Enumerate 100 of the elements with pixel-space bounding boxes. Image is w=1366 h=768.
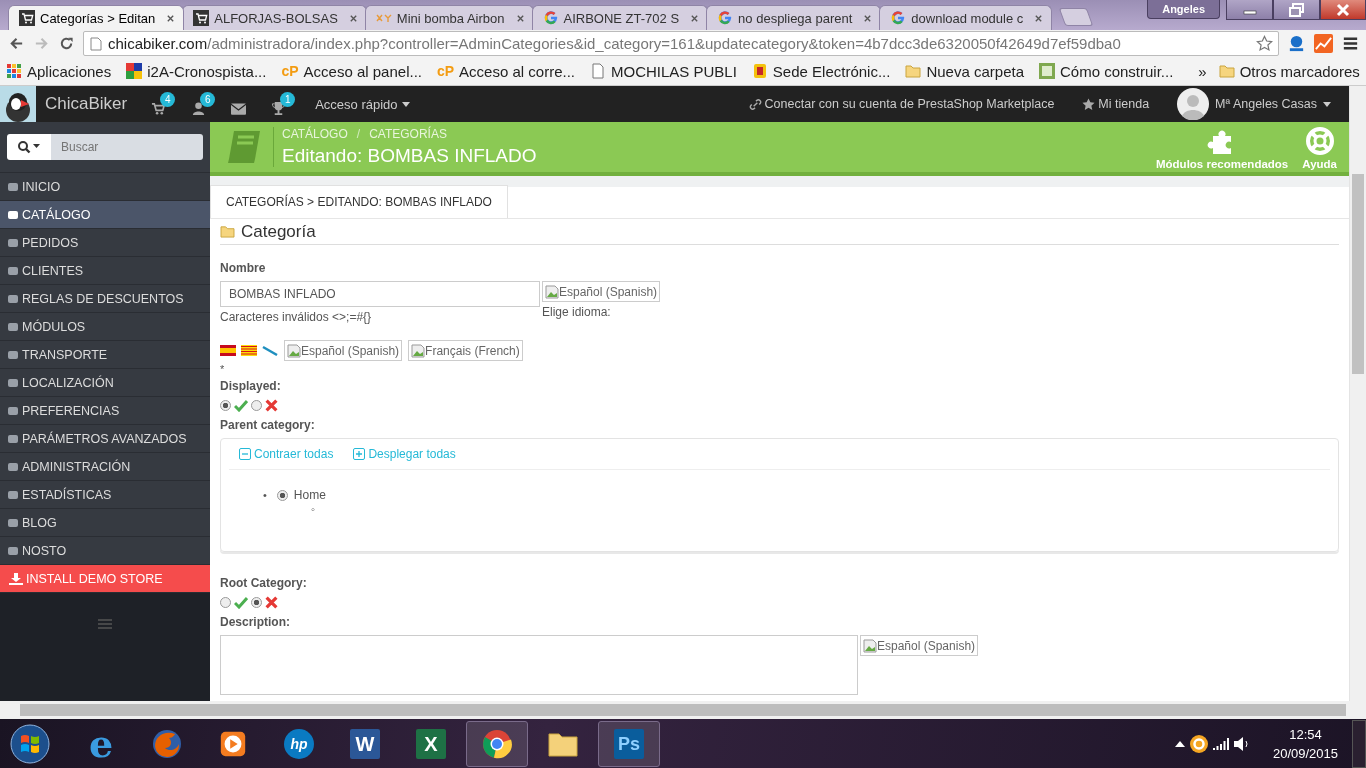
more-bookmarks-button[interactable]: » (1198, 62, 1207, 80)
extension-icon[interactable] (1287, 34, 1306, 53)
bookmark-item[interactable]: i2A-Cronospista... (126, 62, 267, 80)
browser-tab[interactable]: AIRBONE ZT-702 S (531, 5, 709, 30)
cart-icon (151, 101, 167, 116)
radio-button[interactable] (220, 597, 231, 608)
close-icon[interactable] (1034, 13, 1044, 23)
envelope-icon (231, 102, 247, 115)
apps-grid-icon (6, 63, 22, 79)
close-icon[interactable] (348, 13, 358, 23)
start-button[interactable] (10, 724, 50, 764)
clock-time: 12:54 (1289, 726, 1322, 744)
puffin-logo-icon[interactable] (0, 86, 36, 122)
language-button[interactable]: Español (Spanish) (860, 635, 979, 656)
menu-item[interactable]: PREFERENCIAS (0, 397, 210, 425)
menu-item-icon (7, 432, 19, 445)
menu-item[interactable]: BLOG (0, 509, 210, 537)
show-hidden-icons[interactable] (1174, 741, 1185, 747)
browser-tab[interactable]: download module c (879, 5, 1053, 30)
url-field[interactable]: chicabiker.com/administradora/index.php?controller=AdminCategories&id_category=161&updatecategory&token=4b7dcc3de6320050f42649d7ef59dba0 (83, 31, 1279, 56)
cross-icon (265, 596, 278, 609)
name-input[interactable]: BOMBAS INFLADO (220, 281, 540, 307)
taskbar-app[interactable] (466, 721, 528, 767)
radio-button[interactable] (251, 597, 262, 608)
menu-item[interactable]: REGLAS DE DESCUENTOS (0, 285, 210, 313)
bookmark-item[interactable]: Aplicaciones (6, 62, 112, 80)
google-favicon-icon (890, 10, 907, 26)
menu-item[interactable]: ADMINISTRACIÓN (0, 453, 210, 481)
bookmark-item[interactable]: MOCHILAS PUBLI (590, 62, 737, 80)
bookmark-item[interactable]: Cómo construir... (1039, 62, 1174, 80)
vertical-scrollbar[interactable] (1349, 86, 1366, 701)
page-tab[interactable]: CATEGORÍAS > EDITANDO: BOMBAS INFLADO (210, 185, 508, 218)
search-field[interactable]: Buscar (51, 134, 203, 160)
plus-square-icon (353, 448, 366, 460)
minus-square-icon (239, 448, 251, 460)
menu-item[interactable]: CLIENTES (0, 257, 210, 285)
chart-extension-icon[interactable] (1314, 34, 1333, 53)
maximize-button[interactable] (1273, 0, 1320, 20)
broken-image-icon (411, 343, 426, 358)
minimize-button[interactable] (1226, 0, 1273, 20)
user-menu[interactable]: Mª Angeles Casas (1177, 88, 1331, 120)
horizontal-scrollbar[interactable] (0, 701, 1366, 719)
bookmark-item[interactable]: Nueva carpeta (905, 62, 1024, 80)
bullet: • (263, 489, 267, 501)
download-icon (9, 572, 23, 585)
language-button[interactable]: Español (Spanish) (542, 281, 661, 302)
bookmark-item[interactable]: Sede Electrónic... (751, 62, 891, 80)
clock[interactable]: 12:54 20/09/2015 (1272, 725, 1338, 763)
cart-favicon-icon (193, 10, 210, 26)
clock-date: 20/09/2015 (1272, 745, 1338, 763)
logo-text: cP (281, 63, 299, 79)
signal-icon[interactable] (1212, 737, 1229, 751)
search-button[interactable] (7, 134, 51, 160)
folder-icon (220, 225, 235, 238)
bookmark-item[interactable]: cP Acceso al corre... (436, 62, 575, 80)
radio-button[interactable] (251, 400, 262, 411)
close-icon[interactable] (690, 13, 700, 23)
bullet: ◦ (311, 503, 315, 515)
speaker-icon[interactable] (1232, 736, 1251, 752)
radio-button[interactable] (276, 489, 288, 501)
quick-access-menu[interactable]: Acceso rápido (315, 96, 410, 112)
my-shop-link[interactable]: Mi tienda (1082, 97, 1150, 111)
folder-icon (905, 63, 922, 79)
taskbar-app[interactable]: hp (268, 721, 330, 767)
menu-item[interactable]: INICIO (0, 173, 210, 201)
star-icon[interactable] (1256, 35, 1273, 52)
menu-item[interactable]: NOSTO (0, 537, 210, 565)
marketplace-link[interactable]: Conectar con su cuenta de PrestaShop Marketplace (748, 97, 1055, 111)
menu-item[interactable]: MÓDULOS (0, 313, 210, 341)
bookmark-folder[interactable]: Otros marcadores (1218, 62, 1360, 80)
menu-item[interactable]: TRANSPORTE (0, 341, 210, 369)
browser-tab[interactable]: no despliega parent (706, 5, 882, 30)
menu-item[interactable]: PARÁMETROS AVANZADOS (0, 425, 210, 453)
close-icon[interactable] (515, 13, 525, 23)
menu-item[interactable]: CATÁLOGO (0, 201, 210, 229)
profile-button[interactable]: Angeles (1147, 0, 1220, 19)
taskbar-app[interactable]: W (334, 721, 396, 767)
close-icon[interactable] (863, 13, 873, 23)
taskbar-app[interactable]: e (70, 721, 132, 767)
bookmark-item[interactable]: cP Acceso al panel... (281, 62, 422, 80)
reload-icon[interactable] (58, 35, 75, 52)
language-button[interactable]: Français (French) (408, 340, 523, 361)
menu-item[interactable]: PEDIDOS (0, 229, 210, 257)
back-icon[interactable] (8, 35, 25, 52)
field-label: Description: (220, 615, 290, 629)
menu-item-icon (7, 180, 19, 193)
taskbar-app[interactable]: Ps (598, 721, 660, 767)
close-icon[interactable] (166, 13, 176, 23)
browser-tab[interactable]: Categorías > Editan (8, 5, 185, 30)
taskbar-app[interactable]: X (400, 721, 462, 767)
browser-tab[interactable]: ALFORJAS-BOLSAS (182, 5, 367, 30)
tray-app-icon[interactable] (1188, 734, 1209, 754)
radio-button[interactable] (220, 400, 231, 411)
close-window-button[interactable] (1320, 0, 1366, 20)
menu-item[interactable]: LOCALIZACIÓN (0, 369, 210, 397)
maximize-icon (1286, 2, 1307, 17)
shop-name[interactable]: ChicaBiker (45, 94, 128, 114)
browser-tab[interactable]: Mini bomba Airbon (364, 5, 534, 30)
language-button[interactable]: Español (Spanish) (284, 340, 403, 361)
menu-item[interactable]: ESTADÍSTICAS (0, 481, 210, 509)
